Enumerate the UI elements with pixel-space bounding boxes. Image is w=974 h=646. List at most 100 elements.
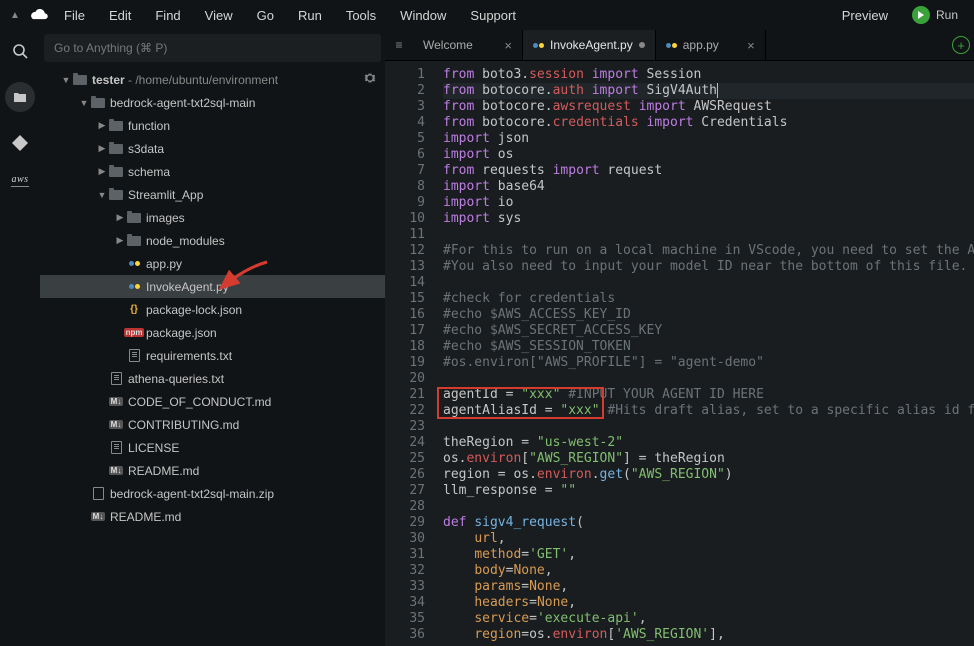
code-line[interactable]: service='execute-api',	[443, 611, 974, 627]
code-line[interactable]: def sigv4_request(	[443, 515, 974, 531]
menu-window[interactable]: Window	[390, 8, 456, 23]
code-line[interactable]: from botocore.credentials import Credent…	[443, 115, 974, 131]
tree-file[interactable]: M↓CONTRIBUTING.md	[40, 413, 385, 436]
gear-icon[interactable]	[363, 71, 377, 88]
code-line[interactable]: import sys	[443, 211, 974, 227]
code-line[interactable]: import base64	[443, 179, 974, 195]
tab-label: InvokeAgent.py	[550, 38, 633, 52]
cloud9-icon[interactable]	[28, 4, 50, 26]
tree-file[interactable]: bedrock-agent-txt2sql-main.zip	[40, 482, 385, 505]
tree-file[interactable]: requirements.txt	[40, 344, 385, 367]
tree-label: LICENSE	[128, 441, 179, 455]
code-content[interactable]: from boto3.session import Sessionfrom bo…	[435, 61, 974, 646]
folder-icon	[109, 190, 123, 200]
code-line[interactable]	[443, 499, 974, 515]
code-line[interactable]: from requests import request	[443, 163, 974, 179]
close-icon[interactable]: ×	[504, 38, 512, 53]
tree-folder[interactable]: ▼bedrock-agent-txt2sql-main	[40, 91, 385, 114]
hamburger-icon[interactable]: ≡	[385, 30, 413, 60]
code-line[interactable]: from botocore.awsrequest import AWSReque…	[443, 99, 974, 115]
file-icon	[111, 372, 122, 385]
code-line[interactable]: agentId = "xxx" #INPUT YOUR AGENT ID HER…	[443, 387, 974, 403]
search-icon[interactable]	[9, 40, 31, 62]
tree-file[interactable]: M↓README.md	[40, 505, 385, 528]
tree-label: bedrock-agent-txt2sql-main.zip	[110, 487, 274, 501]
code-line[interactable]: os.environ["AWS_REGION"] = theRegion	[443, 451, 974, 467]
code-line[interactable]: #echo $AWS_SECRET_ACCESS_KEY	[443, 323, 974, 339]
tree-folder[interactable]: ▼Streamlit_App	[40, 183, 385, 206]
menu-edit[interactable]: Edit	[99, 8, 141, 23]
code-line[interactable]: #check for credentials	[443, 291, 974, 307]
tree-label: InvokeAgent.py	[146, 280, 229, 294]
menu-find[interactable]: Find	[145, 8, 190, 23]
code-line[interactable]: params=None,	[443, 579, 974, 595]
code-area[interactable]: 1234567891011121314151617181920212223242…	[385, 61, 974, 646]
code-line[interactable]: region=os.environ['AWS_REGION'],	[443, 627, 974, 643]
source-icon[interactable]	[9, 132, 31, 154]
menu-support[interactable]: Support	[460, 8, 526, 23]
tree-file[interactable]: {}package-lock.json	[40, 298, 385, 321]
tree-folder[interactable]: ▶function	[40, 114, 385, 137]
code-line[interactable]	[443, 227, 974, 243]
tree-folder[interactable]: ▶schema	[40, 160, 385, 183]
tree-label: package.json	[146, 326, 217, 340]
close-icon[interactable]: ×	[747, 38, 755, 53]
tree-file[interactable]: InvokeAgent.py	[40, 275, 385, 298]
python-icon	[533, 43, 544, 48]
tab-app-py[interactable]: app.py ×	[656, 30, 766, 60]
code-line[interactable]: llm_response = ""	[443, 483, 974, 499]
code-line[interactable]: method='GET',	[443, 547, 974, 563]
aws-icon[interactable]: aws	[11, 174, 28, 187]
tree-label: README.md	[110, 510, 181, 524]
code-line[interactable]: import io	[443, 195, 974, 211]
menu-tools[interactable]: Tools	[336, 8, 386, 23]
code-line[interactable]: #os.environ["AWS_PROFILE"] = "agent-demo…	[443, 355, 974, 371]
tab-label: app.py	[683, 38, 719, 52]
code-line[interactable]	[443, 275, 974, 291]
code-line[interactable]: #echo $AWS_ACCESS_KEY_ID	[443, 307, 974, 323]
code-line[interactable]	[443, 419, 974, 435]
code-line[interactable]: url,	[443, 531, 974, 547]
menu-view[interactable]: View	[195, 8, 243, 23]
folder-icon	[73, 75, 87, 85]
tree-file[interactable]: npmpackage.json	[40, 321, 385, 344]
tree-label: athena-queries.txt	[128, 372, 224, 386]
code-line[interactable]: import os	[443, 147, 974, 163]
code-line[interactable]: from boto3.session import Session	[443, 67, 974, 83]
goto-input[interactable]: Go to Anything (⌘ P)	[44, 34, 381, 62]
root-name: tester	[92, 73, 125, 87]
tree-root[interactable]: ▼ tester - /home/ubuntu/environment	[40, 68, 385, 91]
tab-invokeagent-py[interactable]: InvokeAgent.py	[523, 30, 656, 60]
code-line[interactable]: region = os.environ.get("AWS_REGION")	[443, 467, 974, 483]
code-line[interactable]: #echo $AWS_SESSION_TOKEN	[443, 339, 974, 355]
tree-file[interactable]: LICENSE	[40, 436, 385, 459]
tree-file[interactable]: M↓CODE_OF_CONDUCT.md	[40, 390, 385, 413]
collapse-icon[interactable]: ▲	[6, 10, 24, 21]
code-line[interactable]	[443, 371, 974, 387]
tree-file[interactable]: app.py	[40, 252, 385, 275]
npm-icon: npm	[124, 328, 145, 337]
tree-file[interactable]: athena-queries.txt	[40, 367, 385, 390]
tree-folder[interactable]: ▶images	[40, 206, 385, 229]
tree-label: CONTRIBUTING.md	[128, 418, 239, 432]
code-line[interactable]: headers=None,	[443, 595, 974, 611]
code-line[interactable]: agentAliasId = "xxx" #Hits draft alias, …	[443, 403, 974, 419]
menu-preview[interactable]: Preview	[832, 8, 898, 23]
menu-file[interactable]: File	[54, 8, 95, 23]
code-line[interactable]: #You also need to input your model ID ne…	[443, 259, 974, 275]
folder-icon[interactable]	[5, 82, 35, 112]
code-line[interactable]: body=None,	[443, 563, 974, 579]
tree-folder[interactable]: ▶node_modules	[40, 229, 385, 252]
tree-label: s3data	[128, 142, 164, 156]
new-tab-button[interactable]: +	[952, 36, 970, 54]
tree-folder[interactable]: ▶s3data	[40, 137, 385, 160]
run-button[interactable]: Run	[902, 6, 968, 24]
code-line[interactable]: #For this to run on a local machine in V…	[443, 243, 974, 259]
tab-welcome[interactable]: Welcome×	[413, 30, 523, 60]
code-line[interactable]: from botocore.auth import SigV4Auth	[443, 83, 974, 99]
code-line[interactable]: import json	[443, 131, 974, 147]
menu-go[interactable]: Go	[247, 8, 284, 23]
menu-run[interactable]: Run	[288, 8, 332, 23]
tree-file[interactable]: M↓README.md	[40, 459, 385, 482]
code-line[interactable]: theRegion = "us-west-2"	[443, 435, 974, 451]
